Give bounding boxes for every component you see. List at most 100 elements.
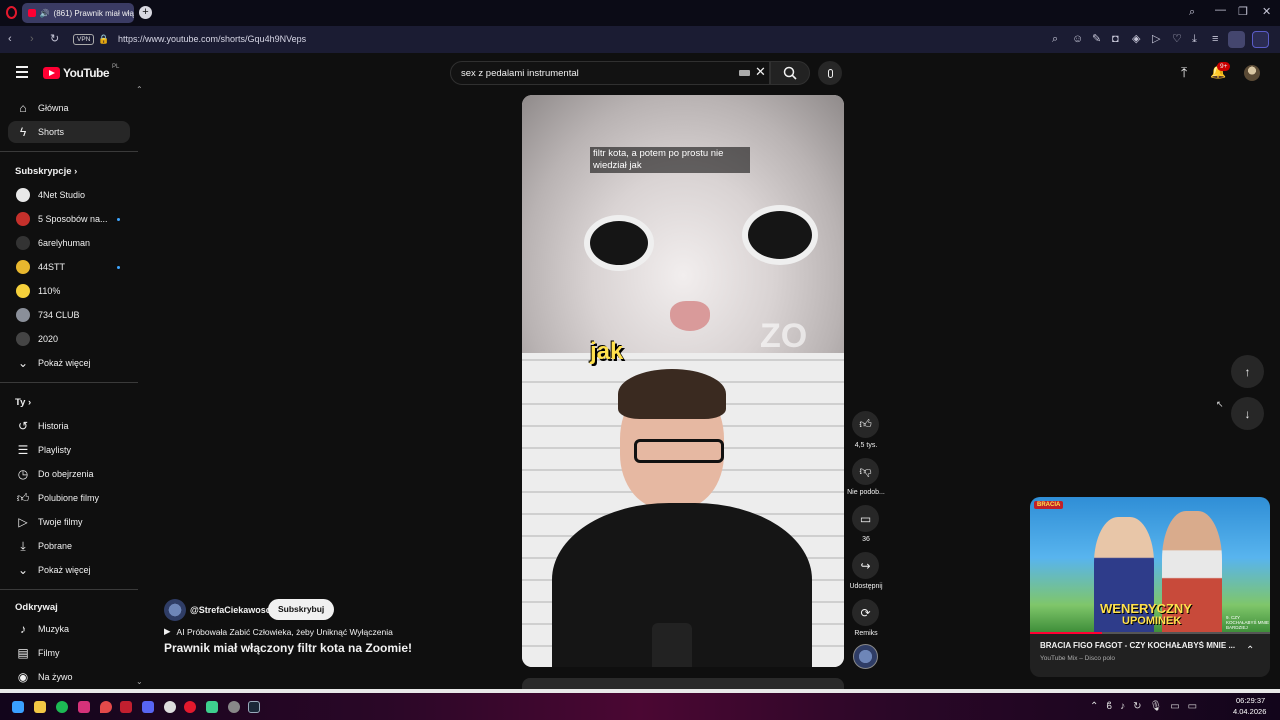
sidebar-item-your-videos[interactable]: ▷ Twoje filmy — [8, 511, 130, 533]
subscription-item[interactable]: 734 CLUB — [8, 304, 130, 326]
subscription-item[interactable]: 5 Sposobów na... — [8, 208, 130, 230]
edit-icon[interactable]: ✎ — [1092, 34, 1101, 45]
windows-start-icon[interactable] — [12, 701, 24, 713]
opera-icon[interactable] — [184, 701, 196, 713]
like-button[interactable]: 👍︎ — [852, 411, 879, 438]
cat-nose — [670, 301, 710, 331]
heart-icon[interactable]: ♡ — [1172, 34, 1182, 45]
share-button[interactable]: ↪ — [852, 552, 879, 579]
obs-icon[interactable] — [164, 701, 176, 713]
playlist-link[interactable]: ▶ AI Próbowała Zabić Człowieka, żeby Uni… — [164, 626, 393, 637]
file-explorer-icon[interactable] — [34, 701, 46, 713]
sound-avatar[interactable] — [853, 644, 878, 669]
sidebar-item-watch-later[interactable]: ◷ Do obejrzenia — [8, 463, 130, 485]
sidebar-item-history[interactable]: ↺ Historia — [8, 415, 130, 437]
channel-avatar[interactable] — [164, 599, 186, 621]
keyboard-icon[interactable] — [739, 70, 750, 76]
menu-icon[interactable]: ≡ — [1212, 34, 1218, 45]
clear-search-icon[interactable]: ✕ — [755, 64, 766, 80]
opera-logo-icon[interactable] — [6, 6, 17, 19]
spotify-icon[interactable] — [56, 701, 68, 713]
subscription-item[interactable]: 110% — [8, 280, 130, 302]
download-icon[interactable]: ⤓ — [1192, 34, 1197, 45]
app-green-icon[interactable] — [206, 701, 218, 713]
comment-icon: ▭ — [859, 511, 872, 526]
instagram-icon[interactable] — [78, 701, 90, 713]
miniplayer-thumbnail[interactable]: BRACIA WENERYCZNY UPOMINEK 9. CZY KOCHAŁ… — [1030, 497, 1270, 632]
sidebar-item-live[interactable]: ◉ Na żywo — [8, 666, 130, 688]
settings-icon[interactable] — [228, 701, 240, 713]
channel-avatar — [16, 212, 30, 226]
search-tabs-icon[interactable]: ⌕ — [1189, 7, 1195, 18]
sidebar-item-home[interactable]: ⌂ Główna — [8, 97, 130, 119]
lock-icon[interactable]: 🔒 — [98, 34, 109, 45]
account-avatar[interactable] — [1244, 65, 1260, 81]
upload-icon[interactable]: ⤒ — [1181, 64, 1187, 81]
comments-button[interactable]: ▭ — [852, 505, 879, 532]
voice-search-button[interactable] — [818, 61, 842, 85]
steam-icon[interactable] — [248, 701, 260, 713]
chevron-down-icon: ⌄ — [17, 563, 29, 577]
restore-icon[interactable]: ❐ — [1238, 7, 1248, 18]
minimize-icon[interactable]: — — [1215, 5, 1226, 16]
miniplayer-expand-icon[interactable]: ⌃ — [1246, 645, 1254, 656]
discord-icon[interactable] — [142, 701, 154, 713]
tray-icons[interactable]: ⌃ϐ♪↻🎙▭▭ — [1090, 701, 1205, 712]
camera-icon[interactable]: ◘ — [1112, 34, 1119, 45]
show-more-subscriptions[interactable]: ⌄ Pokaż więcej — [8, 352, 130, 374]
show-more-you[interactable]: ⌄ Pokaż więcej — [8, 559, 130, 581]
miniplayer-title[interactable]: BRACIA FIGO FAGOT - CZY KOCHAŁABYŚ MNIE … — [1040, 641, 1236, 650]
url-field[interactable]: https://www.youtube.com/shorts/Gqu4h9NVe… — [118, 34, 306, 44]
sidebar-item-liked[interactable]: 👍︎ Polubione filmy — [8, 487, 130, 509]
search-icon — [783, 66, 797, 80]
subscription-item[interactable]: 6arelyhuman — [8, 232, 130, 254]
extension-icon[interactable] — [1252, 31, 1269, 48]
back-icon[interactable]: ‹ — [8, 34, 12, 45]
subscription-item[interactable]: 44STT — [8, 256, 130, 278]
sidebar-item-downloads[interactable]: ⤓ Pobrane — [8, 535, 130, 557]
subscription-item[interactable]: 2020 — [8, 328, 130, 350]
audio-icon[interactable]: 🔊 — [40, 9, 50, 18]
tab-title: (861) Prawnik miał włą — [53, 8, 134, 18]
sidebar-item-playlists[interactable]: ☰ Playlisty — [8, 439, 130, 461]
sidebar-item-music[interactable]: ♪ Muzyka — [8, 618, 130, 640]
emoji-icon[interactable]: ☺ — [1072, 34, 1083, 45]
clock-date[interactable]: 4.04.2026 — [1233, 707, 1266, 716]
active-tab[interactable]: 🔊 (861) Prawnik miał włą — [22, 3, 134, 23]
sidebar-item-movies[interactable]: ▤ Filmy — [8, 642, 130, 664]
sidebar-item-label: Muzyka — [38, 624, 70, 634]
dislike-button[interactable]: 👎︎ — [852, 458, 879, 485]
forward-icon[interactable]: › — [30, 34, 34, 45]
subscription-item[interactable]: 4Net Studio — [8, 184, 130, 206]
miniplayer-progress[interactable] — [1030, 632, 1270, 634]
hamburger-menu-icon[interactable] — [16, 66, 28, 78]
clock-time[interactable]: 06:29:37 — [1236, 696, 1265, 705]
profile-icon[interactable] — [1228, 31, 1245, 48]
youtube-logo[interactable]: YouTube PL — [43, 64, 119, 80]
reload-icon[interactable]: ↻ — [50, 34, 59, 45]
previous-short-button[interactable]: ↑ — [1231, 355, 1264, 388]
subscribe-button[interactable]: Subskrybuj — [268, 599, 335, 620]
like-count: 4,5 tys. — [854, 442, 878, 449]
search-input[interactable]: sex z pedalami instrumental — [450, 61, 770, 85]
sidebar-scroll-down-icon[interactable]: ⌄ — [136, 677, 143, 686]
next-short-button[interactable]: ↓ — [1231, 397, 1264, 430]
you-header[interactable]: Ty › — [15, 397, 31, 408]
app-m-icon[interactable] — [120, 701, 132, 713]
remix-button[interactable]: ⟳ — [852, 599, 879, 626]
channel-handle[interactable]: @StrefaCiekawosci — [190, 605, 273, 615]
subscriptions-header[interactable]: Subskrypcje › — [15, 166, 77, 177]
next-short-preview[interactable] — [522, 678, 844, 689]
sidebar-collapse-icon[interactable]: ⌃ — [136, 85, 143, 94]
send-icon[interactable]: ▷ — [1152, 34, 1160, 45]
search-button[interactable] — [770, 61, 810, 85]
vpn-badge[interactable]: VPN — [73, 34, 95, 45]
maps-icon[interactable] — [100, 701, 112, 713]
shield-icon[interactable]: ◈ — [1132, 34, 1140, 45]
close-window-icon[interactable]: ✕ — [1262, 7, 1271, 18]
sidebar-item-shorts[interactable]: ϟ Shorts — [8, 121, 130, 143]
find-icon[interactable]: ⌕ — [1052, 34, 1058, 45]
miniplayer[interactable]: BRACIA WENERYCZNY UPOMINEK 9. CZY KOCHAŁ… — [1030, 497, 1270, 677]
new-tab-button[interactable]: + — [139, 6, 152, 19]
short-video-player[interactable]: ZO filtr kota, a potem po prostu nie wie… — [522, 95, 844, 667]
